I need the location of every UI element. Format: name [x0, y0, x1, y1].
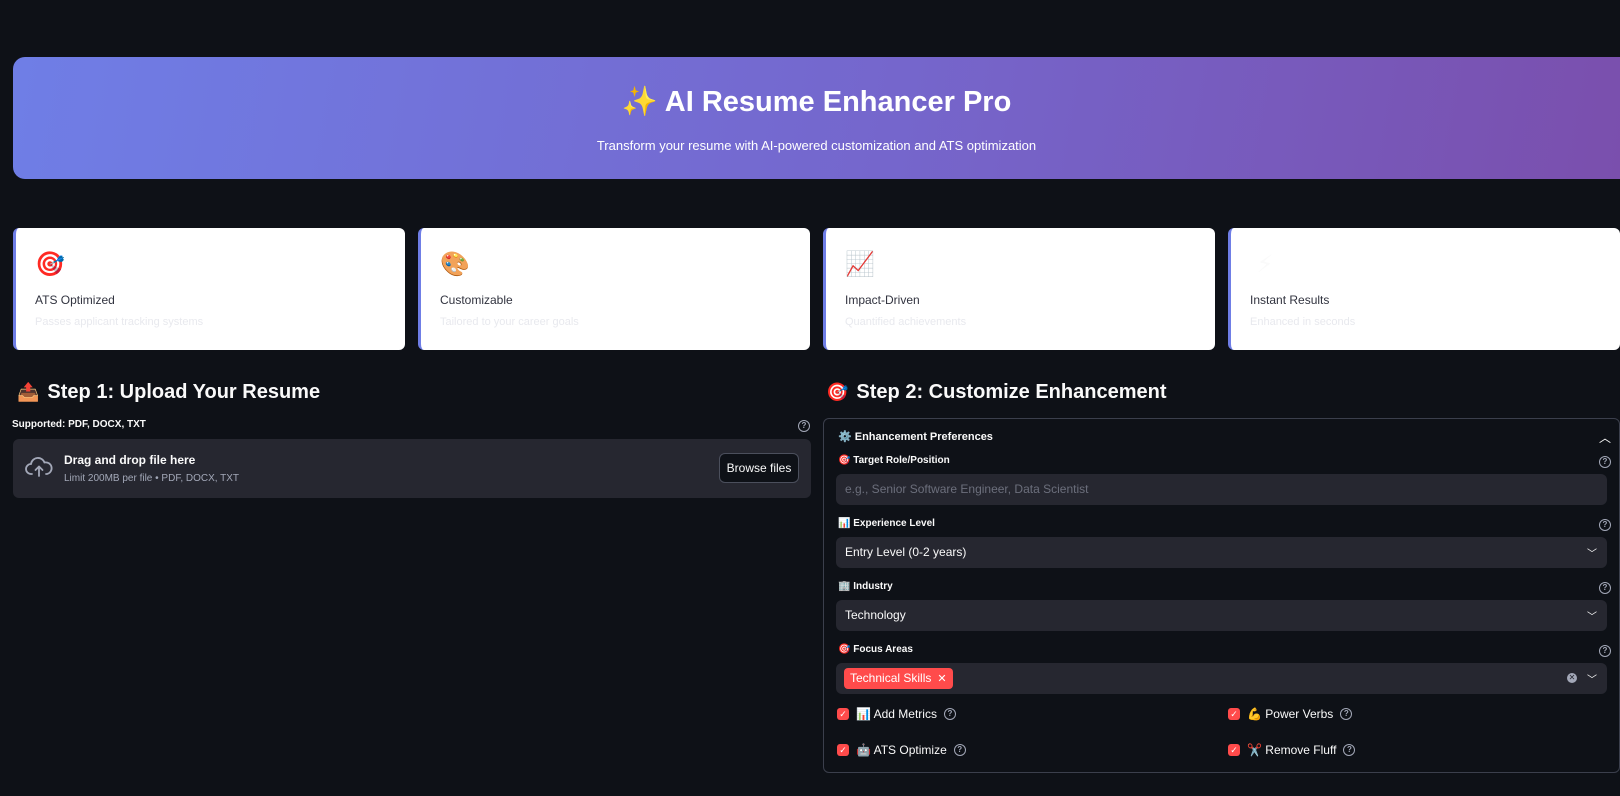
help-icon[interactable]: ?	[1599, 456, 1611, 468]
help-icon[interactable]: ?	[1599, 582, 1611, 594]
feature-card-impact: 📈 Impact-Driven Quantified achievements	[823, 228, 1215, 350]
industry-select[interactable]: Technology ﹀	[836, 600, 1607, 631]
checkbox-ats-optimize[interactable]: ✓ 🤖 ATS Optimize ?	[837, 743, 966, 757]
checkbox-power-verbs[interactable]: ✓ 💪 Power Verbs ?	[1228, 707, 1353, 721]
feature-card-ats: 🎯 ATS Optimized Passes applicant trackin…	[13, 228, 405, 350]
step1-heading: 📤 Step 1: Upload Your Resume	[17, 381, 320, 404]
industry-value: Technology	[845, 608, 906, 622]
hero-title: ✨ AI Resume Enhancer Pro	[621, 86, 1012, 118]
feature-title: ATS Optimized	[35, 293, 115, 307]
check-icon[interactable]: ✓	[837, 708, 849, 720]
focus-tag[interactable]: Technical Skills ✕	[844, 668, 953, 689]
lightning-icon: ⚡	[1256, 251, 1274, 278]
palette-icon: 🎨	[440, 251, 470, 278]
experience-level-value: Entry Level (0-2 years)	[845, 545, 967, 559]
check-icon[interactable]: ✓	[1228, 708, 1240, 720]
check-icon[interactable]: ✓	[837, 744, 849, 756]
help-icon[interactable]: ?	[1340, 708, 1353, 720]
hero-banner: ✨ AI Resume Enhancer Pro Transform your …	[13, 57, 1620, 179]
checkbox-label: 📊 Add Metrics	[856, 707, 937, 721]
feature-card-customizable: 🎨 Customizable Tailored to your career g…	[418, 228, 810, 350]
chart-up-icon: 📈	[845, 251, 875, 278]
chevron-down-icon: ﹀	[1587, 549, 1597, 560]
feature-desc: Tailored to your career goals	[440, 316, 579, 328]
step2-title: Step 2: Customize Enhancement	[856, 381, 1167, 403]
experience-level-select[interactable]: Entry Level (0-2 years) ﹀	[836, 537, 1607, 568]
industry-label: 🏢 Industry	[838, 581, 893, 592]
feature-title: Impact-Driven	[845, 293, 920, 307]
feature-desc: Quantified achievements	[845, 316, 967, 328]
target-role-input[interactable]: e.g., Senior Software Engineer, Data Sci…	[836, 474, 1607, 505]
expander-header[interactable]: ⚙️ Enhancement Preferences	[838, 430, 993, 443]
clear-icon[interactable]: ✕	[1567, 673, 1577, 683]
help-icon[interactable]: ?	[943, 708, 956, 720]
target-icon: 🎯	[826, 382, 849, 402]
chevron-down-icon: ﹀	[1587, 612, 1597, 623]
checkbox-label: ✂️ Remove Fluff	[1247, 743, 1337, 757]
help-icon[interactable]: ?	[798, 420, 810, 432]
feature-card-instant: ⚡ Instant Results Enhanced in seconds	[1228, 228, 1620, 350]
target-icon: 🎯	[35, 251, 65, 278]
feature-desc: Passes applicant tracking systems	[35, 316, 204, 328]
step2-heading: 🎯 Step 2: Customize Enhancement	[826, 381, 1166, 404]
focus-areas-multiselect[interactable]: Technical Skills ✕ ✕ ﹀	[836, 663, 1607, 694]
feature-desc: Enhanced in seconds	[1250, 316, 1356, 328]
close-icon[interactable]: ✕	[937, 673, 946, 685]
hero-subtitle: Transform your resume with AI-powered cu…	[596, 138, 1037, 153]
chevron-up-icon[interactable]: ︿	[1599, 429, 1611, 446]
target-role-placeholder: e.g., Senior Software Engineer, Data Sci…	[845, 482, 1089, 496]
upload-label: Supported: PDF, DOCX, TXT	[12, 419, 146, 430]
help-icon[interactable]: ?	[1343, 744, 1356, 756]
browse-files-button[interactable]: Browse files	[719, 453, 799, 483]
checkbox-label: 🤖 ATS Optimize	[856, 743, 947, 757]
experience-level-label: 📊 Experience Level	[838, 518, 935, 529]
file-dropzone[interactable]: Drag and drop file here Limit 200MB per …	[13, 439, 811, 498]
focus-areas-label: 🎯 Focus Areas	[838, 644, 913, 655]
check-icon[interactable]: ✓	[1228, 744, 1240, 756]
step1-title: Step 1: Upload Your Resume	[47, 381, 321, 403]
help-icon[interactable]: ?	[1599, 645, 1611, 657]
feature-title: Instant Results	[1250, 293, 1330, 307]
feature-title: Customizable	[440, 293, 513, 307]
dropzone-subtitle: Limit 200MB per file • PDF, DOCX, TXT	[64, 473, 240, 484]
focus-tag-label: Technical Skills	[850, 671, 932, 685]
cloud-upload-icon	[25, 457, 53, 477]
help-icon[interactable]: ?	[1599, 519, 1611, 531]
enhancement-preferences-expander: ⚙️ Enhancement Preferences ︿ 🎯 Target Ro…	[823, 418, 1620, 773]
checkbox-remove-fluff[interactable]: ✓ ✂️ Remove Fluff ?	[1228, 743, 1356, 757]
dropzone-title: Drag and drop file here	[64, 453, 196, 467]
checkbox-label: 💪 Power Verbs	[1247, 707, 1334, 721]
help-icon[interactable]: ?	[953, 744, 966, 756]
target-role-label: 🎯 Target Role/Position	[838, 455, 950, 466]
upload-icon: 📤	[17, 382, 40, 402]
chevron-down-icon[interactable]: ﹀	[1587, 671, 1597, 686]
checkbox-add-metrics[interactable]: ✓ 📊 Add Metrics ?	[837, 707, 956, 721]
